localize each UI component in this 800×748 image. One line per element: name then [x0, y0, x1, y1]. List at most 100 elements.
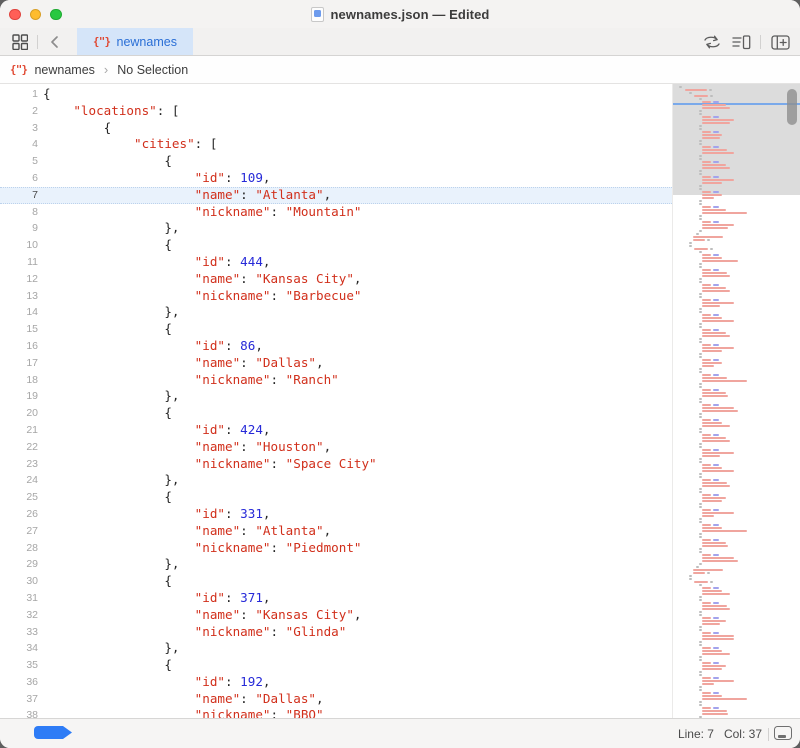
code-line[interactable]: 12 "name": "Kansas City",: [0, 271, 672, 288]
code-line[interactable]: 35 {: [0, 657, 672, 674]
code-line[interactable]: 14 },: [0, 304, 672, 321]
code-text: "nickname": "Barbecue": [38, 288, 361, 305]
code-line[interactable]: 9 },: [0, 220, 672, 237]
line-number[interactable]: 17: [0, 355, 38, 372]
line-number[interactable]: 28: [0, 540, 38, 557]
line-number[interactable]: 30: [0, 573, 38, 590]
line-number[interactable]: 35: [0, 657, 38, 674]
minimize-window-button[interactable]: [30, 9, 42, 21]
code-text: "locations": [: [38, 103, 180, 120]
line-number[interactable]: 18: [0, 372, 38, 389]
line-number[interactable]: 2: [0, 103, 38, 120]
related-items-grid-icon[interactable]: [10, 32, 30, 52]
code-line[interactable]: 32 "name": "Kansas City",: [0, 607, 672, 624]
code-line[interactable]: 4 "cities": [: [0, 136, 672, 153]
line-number[interactable]: 26: [0, 506, 38, 523]
code-line[interactable]: 33 "nickname": "Glinda": [0, 624, 672, 641]
code-line[interactable]: 25 {: [0, 489, 672, 506]
code-line[interactable]: 28 "nickname": "Piedmont": [0, 540, 672, 557]
line-number[interactable]: 7: [0, 188, 38, 203]
code-line[interactable]: 27 "name": "Atlanta",: [0, 523, 672, 540]
code-line[interactable]: 22 "name": "Houston",: [0, 439, 672, 456]
code-editor[interactable]: 1{2 "locations": [3 {4 "cities": [5 {6 "…: [0, 84, 672, 718]
scrollbar-thumb[interactable]: [787, 89, 797, 125]
code-line[interactable]: 7 "name": "Atlanta",: [0, 187, 672, 204]
line-number[interactable]: 37: [0, 691, 38, 708]
code-line[interactable]: 20 {: [0, 405, 672, 422]
line-number[interactable]: 32: [0, 607, 38, 624]
code-lines[interactable]: 1{2 "locations": [3 {4 "cities": [5 {6 "…: [0, 86, 672, 718]
code-line[interactable]: 15 {: [0, 321, 672, 338]
code-line[interactable]: 8 "nickname": "Mountain": [0, 204, 672, 221]
line-number[interactable]: 4: [0, 136, 38, 153]
line-number[interactable]: 38: [0, 707, 38, 718]
code-line[interactable]: 17 "name": "Dallas",: [0, 355, 672, 372]
code-line[interactable]: 30 {: [0, 573, 672, 590]
code-text: {: [38, 489, 172, 506]
code-line[interactable]: 36 "id": 192,: [0, 674, 672, 691]
line-number[interactable]: 5: [0, 153, 38, 170]
line-number[interactable]: 25: [0, 489, 38, 506]
code-line[interactable]: 13 "nickname": "Barbecue": [0, 288, 672, 305]
breadcrumb-selection[interactable]: No Selection: [117, 63, 188, 77]
line-number[interactable]: 15: [0, 321, 38, 338]
minimap-viewport[interactable]: [673, 84, 800, 195]
line-number[interactable]: 16: [0, 338, 38, 355]
line-number[interactable]: 36: [0, 674, 38, 691]
line-number[interactable]: 21: [0, 422, 38, 439]
line-number[interactable]: 22: [0, 439, 38, 456]
adjust-editor-options-icon[interactable]: [731, 32, 751, 52]
code-line[interactable]: 1{: [0, 86, 672, 103]
code-line[interactable]: 21 "id": 424,: [0, 422, 672, 439]
line-number[interactable]: 34: [0, 640, 38, 657]
line-number[interactable]: 24: [0, 472, 38, 489]
code-line[interactable]: 18 "nickname": "Ranch": [0, 372, 672, 389]
code-line[interactable]: 38 "nickname": "BBQ": [0, 707, 672, 718]
code-line[interactable]: 16 "id": 86,: [0, 338, 672, 355]
code-line[interactable]: 31 "id": 371,: [0, 590, 672, 607]
line-number[interactable]: 31: [0, 590, 38, 607]
line-number[interactable]: 3: [0, 120, 38, 137]
line-number[interactable]: 20: [0, 405, 38, 422]
code-line[interactable]: 26 "id": 331,: [0, 506, 672, 523]
code-line[interactable]: 19 },: [0, 388, 672, 405]
line-number[interactable]: 12: [0, 271, 38, 288]
code-line[interactable]: 37 "name": "Dallas",: [0, 691, 672, 708]
go-back-chevron-icon[interactable]: [45, 32, 65, 52]
code-line[interactable]: 10 {: [0, 237, 672, 254]
line-number[interactable]: 14: [0, 304, 38, 321]
titlebar[interactable]: newnames.json — Edited: [0, 0, 800, 28]
add-editor-icon[interactable]: [770, 32, 790, 52]
hide-bottom-bar-icon[interactable]: [774, 726, 792, 740]
code-line[interactable]: 5 {: [0, 153, 672, 170]
line-number[interactable]: 6: [0, 170, 38, 187]
code-line[interactable]: 2 "locations": [: [0, 103, 672, 120]
code-text: {: [38, 657, 172, 674]
breakpoint-pill-button[interactable]: [34, 726, 73, 739]
line-number[interactable]: 11: [0, 254, 38, 271]
line-number[interactable]: 13: [0, 288, 38, 305]
code-line[interactable]: 11 "id": 444,: [0, 254, 672, 271]
line-number[interactable]: 9: [0, 220, 38, 237]
line-number[interactable]: 19: [0, 388, 38, 405]
code-line[interactable]: 29 },: [0, 556, 672, 573]
line-number[interactable]: 27: [0, 523, 38, 540]
line-number[interactable]: 29: [0, 556, 38, 573]
close-window-button[interactable]: [9, 9, 21, 21]
zoom-window-button[interactable]: [50, 9, 62, 21]
code-line[interactable]: 23 "nickname": "Space City": [0, 456, 672, 473]
code-line[interactable]: 24 },: [0, 472, 672, 489]
line-number[interactable]: 23: [0, 456, 38, 473]
line-number[interactable]: 33: [0, 624, 38, 641]
code-line[interactable]: 6 "id": 109,: [0, 170, 672, 187]
line-number[interactable]: 10: [0, 237, 38, 254]
tab-newnames[interactable]: {"} newnames: [77, 28, 193, 55]
document-proxy-icon[interactable]: [311, 7, 324, 22]
code-line[interactable]: 3 {: [0, 120, 672, 137]
breadcrumb-file[interactable]: newnames: [34, 63, 94, 77]
line-number[interactable]: 1: [0, 86, 38, 103]
code-line[interactable]: 34 },: [0, 640, 672, 657]
code-review-swap-arrows-icon[interactable]: [702, 32, 722, 52]
line-number[interactable]: 8: [0, 204, 38, 221]
minimap[interactable]: [672, 84, 800, 718]
